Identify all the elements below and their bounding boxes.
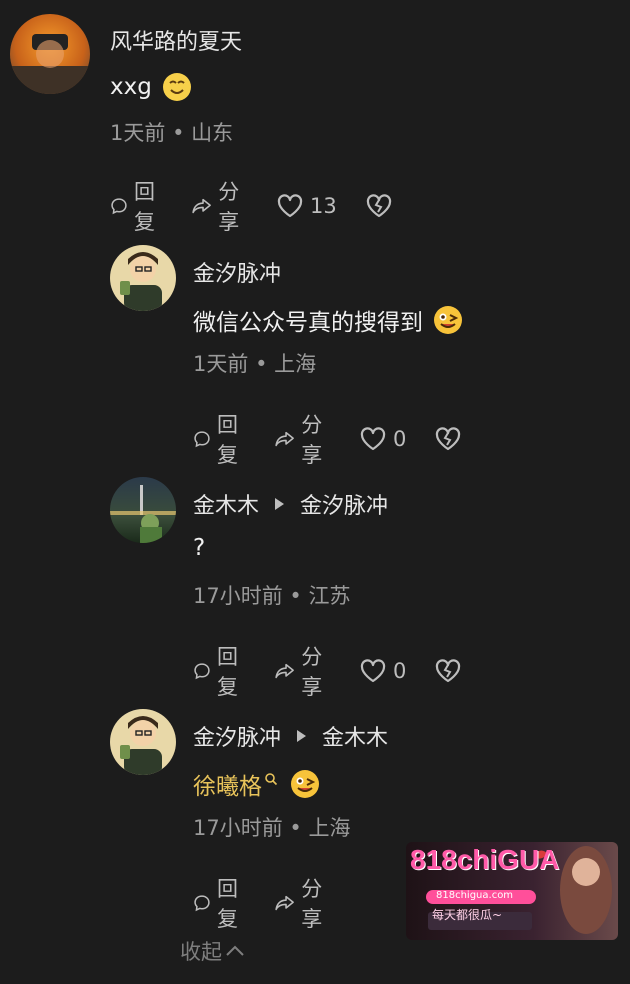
chat-bubble-icon — [111, 198, 127, 215]
share-button[interactable]: 分享 — [274, 641, 331, 701]
avatar[interactable] — [110, 477, 176, 543]
reply-to-arrow-icon — [297, 730, 307, 742]
comment-author[interactable]: 风华路的夏天 — [110, 24, 242, 56]
comment-author[interactable]: 金汐脉冲 金木木 — [193, 720, 388, 752]
chat-bubble-icon — [194, 895, 210, 912]
comment-text: xxg — [110, 72, 192, 102]
reply-button[interactable]: 回复 — [193, 641, 246, 701]
comment-author[interactable]: 金汐脉冲 — [193, 256, 281, 288]
comment-meta: 17小时前 • 江苏 — [193, 584, 351, 608]
reply-button[interactable]: 回复 — [110, 176, 163, 236]
like-button[interactable]: 13 — [276, 193, 337, 219]
comment-actions: 回复 分享 — [193, 873, 359, 933]
chat-bubble-icon — [194, 663, 210, 680]
like-button[interactable]: 0 — [359, 426, 406, 452]
comment-text: 微信公众号真的搜得到 — [193, 303, 463, 337]
yum-emoji-icon — [291, 770, 319, 798]
ad-slogan: 每天都很瓜~ — [432, 908, 503, 922]
share-button[interactable]: 分享 — [274, 873, 331, 933]
heart-icon — [360, 427, 386, 451]
reply-button[interactable]: 回复 — [193, 409, 246, 469]
avatar[interactable] — [110, 245, 176, 311]
chevron-up-icon — [226, 945, 244, 956]
share-arrow-icon — [275, 431, 294, 447]
ad-banner[interactable]: 818chiGUA 818chigua.com 每天都很瓜~ — [406, 842, 618, 940]
avatar[interactable] — [110, 709, 176, 775]
comment-meta: 17小时前 • 上海 — [193, 816, 351, 840]
broken-heart-icon — [366, 194, 391, 218]
dislike-button[interactable] — [434, 658, 468, 684]
broken-heart-icon — [436, 659, 461, 683]
dislike-button[interactable] — [434, 426, 468, 452]
ad-brand: 818chiGUA — [410, 844, 560, 875]
yum-emoji-icon — [434, 306, 462, 334]
share-button[interactable]: 分享 — [274, 409, 331, 469]
comment-meta: 1天前 • 山东 — [110, 121, 234, 145]
reply-to-name[interactable]: 金木木 — [322, 720, 388, 752]
heart-icon — [360, 659, 386, 683]
cartoon-avatar-icon — [120, 252, 162, 311]
share-arrow-icon — [275, 895, 294, 911]
reply-to-name[interactable]: 金汐脉冲 — [300, 488, 388, 520]
reply-to-arrow-icon — [275, 498, 285, 510]
grin-emoji-icon — [162, 73, 191, 101]
avatar[interactable] — [10, 14, 90, 94]
person-photo-icon — [10, 34, 90, 94]
search-icon[interactable] — [264, 772, 278, 786]
comment-actions: 回复 分享 0 — [193, 409, 496, 469]
chat-bubble-icon — [194, 431, 210, 448]
night-scene-icon — [110, 485, 176, 543]
broken-heart-icon — [436, 427, 461, 451]
ad-domain: 818chigua.com — [436, 890, 514, 901]
dislike-button[interactable] — [365, 193, 399, 219]
heart-icon — [277, 194, 303, 218]
cartoon-avatar-icon — [120, 716, 162, 775]
like-button[interactable]: 0 — [359, 658, 406, 684]
share-arrow-icon — [192, 198, 211, 214]
collapse-button[interactable]: 收起 — [180, 936, 246, 966]
comment-actions: 回复 分享 13 — [110, 176, 427, 236]
share-arrow-icon — [275, 663, 294, 679]
comment-author[interactable]: 金木木 金汐脉冲 — [193, 488, 388, 520]
comment-text: 徐曦格 — [193, 767, 320, 801]
comment-text: ? — [193, 535, 206, 561]
comment-actions: 回复 分享 0 — [193, 641, 496, 701]
search-link[interactable]: 徐曦格 — [193, 767, 262, 801]
share-button[interactable]: 分享 — [191, 176, 248, 236]
reply-button[interactable]: 回复 — [193, 873, 246, 933]
comment-meta: 1天前 • 上海 — [193, 352, 317, 376]
